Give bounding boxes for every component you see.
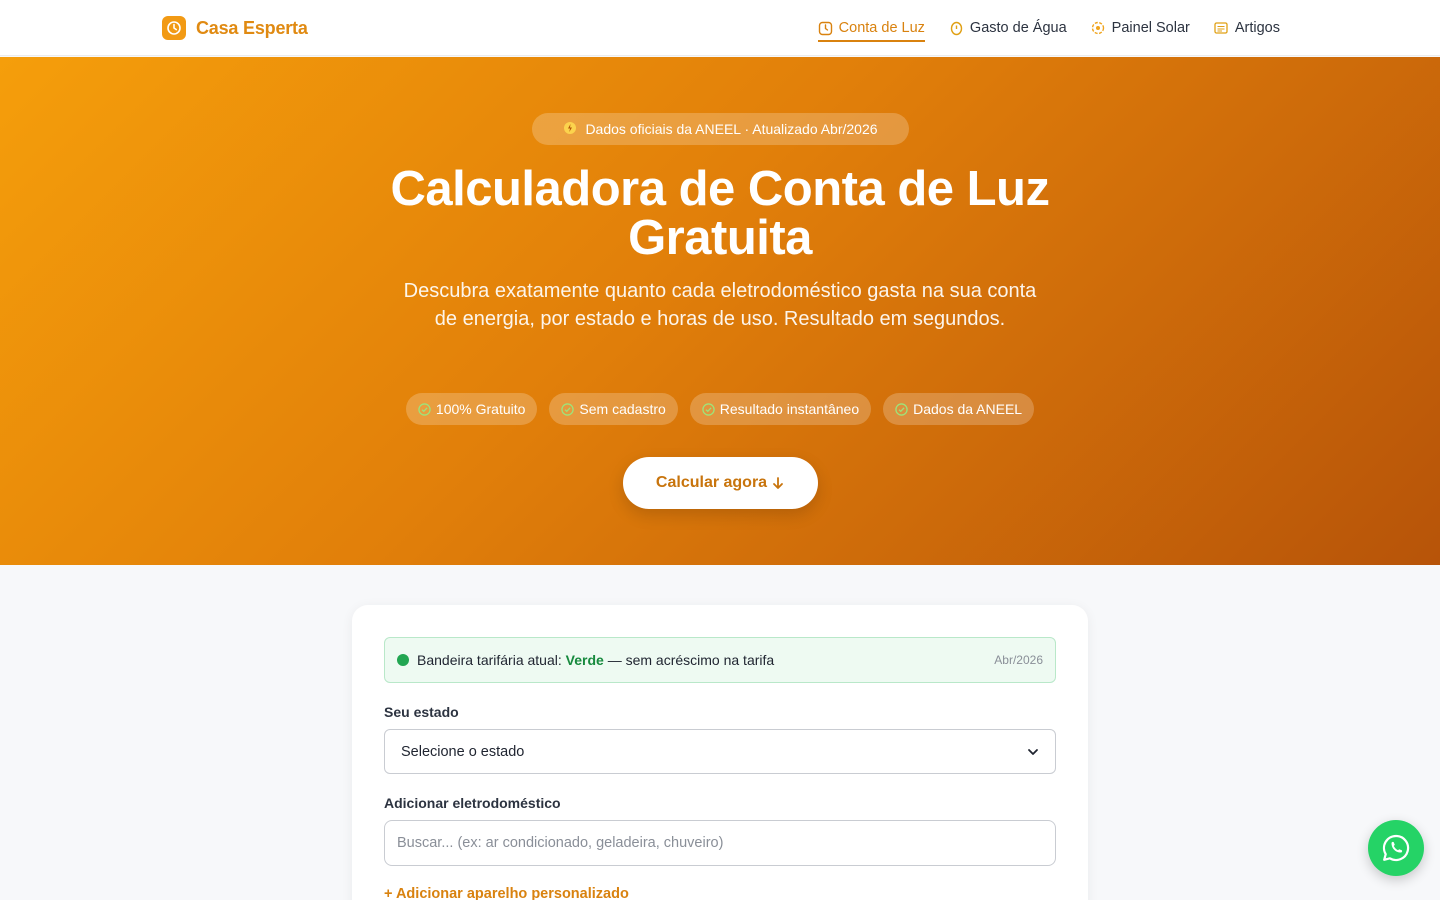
check-circle-icon [561, 402, 575, 416]
whatsapp-button[interactable] [1368, 820, 1424, 876]
nav-item-label: Painel Solar [1111, 20, 1190, 36]
cta-label: Calcular agora [655, 474, 768, 491]
tariff-flag-banner: Bandeira tarifária atual: Verde — sem ac… [384, 637, 1056, 683]
whatsapp-icon [1382, 834, 1410, 862]
main-nav: Conta de Luz Gasto de Água Painel Solar … [817, 0, 1280, 56]
feature-pill-label: Resultado instantâneo [719, 401, 860, 417]
tariff-flag-prefix: Bandeira tarifária atual: [417, 652, 562, 668]
feature-pill: Sem cadastro [549, 393, 678, 425]
state-select-value: Selecione o estado [401, 743, 525, 760]
nav-item-label: Gasto de Água [969, 20, 1067, 36]
tariff-flag-suffix: — sem acréscimo na tarifa [607, 652, 775, 668]
check-circle-icon [418, 402, 431, 416]
add-custom-appliance-link[interactable]: + Adicionar aparelho personalizado [384, 886, 629, 900]
nav-item-painel-solar[interactable]: Painel Solar [1091, 14, 1190, 42]
nav-item-conta-de-luz[interactable]: Conta de Luz [817, 14, 925, 42]
brand-name: Casa Esperta [196, 17, 308, 38]
appliance-label: Adicionar eletrodoméstico [384, 795, 561, 811]
hero-section: Dados oficiais da ANEEL · Atualizado Abr… [0, 57, 1440, 565]
green-status-dot [397, 654, 409, 666]
water-drop-icon [949, 21, 964, 36]
state-select[interactable]: Selecione o estado [384, 729, 1056, 774]
feature-pill-label: Sem cadastro [579, 401, 666, 417]
nav-item-label: Artigos [1234, 20, 1280, 36]
tariff-flag-value: Verde [565, 652, 604, 668]
check-circle-icon [895, 402, 908, 416]
feature-pill-label: 100% Gratuito [435, 401, 526, 417]
feature-pill-label: Dados da ANEEL [913, 401, 1023, 417]
feature-pills: 100% Gratuito Sem cadastro Resultado ins… [0, 393, 1440, 425]
document-icon [1214, 21, 1229, 36]
state-label: Seu estado [384, 704, 459, 720]
site-header: Casa Esperta Conta de Luz Gasto de Água … [0, 0, 1440, 56]
feature-pill: 100% Gratuito [405, 393, 538, 425]
feature-pill: Resultado instantâneo [689, 393, 872, 425]
check-circle-icon [702, 402, 715, 416]
lightbulb-logo-icon [162, 16, 186, 40]
appliance-search-input[interactable] [384, 820, 1056, 866]
feature-pill: Dados da ANEEL [883, 393, 1035, 425]
calculator-card: Bandeira tarifária atual: Verde — sem ac… [352, 605, 1088, 900]
tariff-flag-date: Abr/2026 [994, 653, 1043, 667]
lightbulb-icon [818, 21, 833, 36]
chevron-down-icon [1028, 748, 1038, 755]
hero-subtitle: Descubra exatamente quanto cada eletrodo… [403, 280, 1037, 330]
nav-item-artigos[interactable]: Artigos [1214, 14, 1280, 42]
calculate-now-button[interactable]: Calcular agora [623, 457, 818, 509]
arrow-down-icon [773, 477, 783, 489]
aneel-data-badge: Dados oficiais da ANEEL · Atualizado Abr… [532, 113, 909, 145]
brand-logo[interactable]: Casa Esperta [162, 16, 308, 40]
lightning-icon [563, 121, 577, 138]
sun-icon [1091, 21, 1106, 36]
tariff-flag-text: Bandeira tarifária atual: Verde — sem ac… [417, 652, 774, 668]
page-title: Calculadora de Conta de Luz Gratuita [390, 162, 1050, 265]
nav-item-label: Conta de Luz [838, 20, 925, 36]
nav-item-gasto-de-agua[interactable]: Gasto de Água [949, 14, 1067, 42]
badge-text: Dados oficiais da ANEEL · Atualizado Abr… [585, 121, 878, 137]
